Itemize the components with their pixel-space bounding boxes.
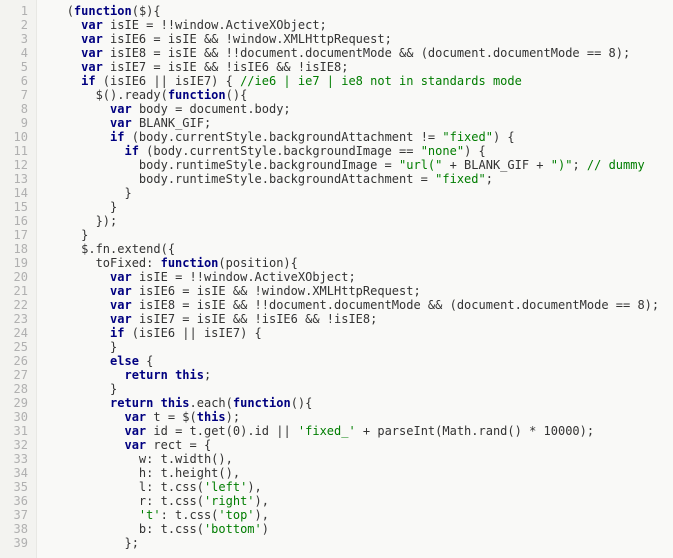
line-number: 3 [0,32,28,46]
line-number: 8 [0,102,28,116]
line-number: 39 [0,536,28,550]
code-line: $().ready(function(){ [45,88,659,102]
code-line: 't': t.css('top'), [45,508,659,522]
line-number: 24 [0,326,28,340]
code-line: w: t.width(), [45,452,659,466]
code-line: var body = document.body; [45,102,659,116]
line-number: 28 [0,382,28,396]
code-line: }); [45,214,659,228]
code-line: var isIE6 = isIE && !window.XMLHttpReque… [45,32,659,46]
line-number: 19 [0,256,28,270]
line-number: 33 [0,452,28,466]
code-line: r: t.css('right'), [45,494,659,508]
code-line: var id = t.get(0).id || 'fixed_' + parse… [45,424,659,438]
code-line: var isIE7 = isIE && !isIE6 && !isIE8; [45,60,659,74]
line-number-gutter: 1234567891011121314151617181920212223242… [0,0,37,558]
code-line: else { [45,354,659,368]
code-line: b: t.css('bottom') [45,522,659,536]
code-viewer: 1234567891011121314151617181920212223242… [0,0,673,558]
line-number: 22 [0,298,28,312]
code-line: var rect = { [45,438,659,452]
line-number: 16 [0,214,28,228]
code-line: body.runtimeStyle.backgroundImage = "url… [45,158,659,172]
line-number: 34 [0,466,28,480]
line-number: 10 [0,130,28,144]
code-line: var isIE6 = isIE && !window.XMLHttpReque… [45,284,659,298]
code-line: }; [45,536,659,550]
code-line: var isIE = !!window.ActiveXObject; [45,18,659,32]
line-number: 35 [0,480,28,494]
code-line: return this; [45,368,659,382]
line-number: 12 [0,158,28,172]
line-number: 5 [0,60,28,74]
code-line: body.runtimeStyle.backgroundAttachment =… [45,172,659,186]
line-number: 14 [0,186,28,200]
line-number: 13 [0,172,28,186]
line-number: 21 [0,284,28,298]
code-line: } [45,340,659,354]
line-number: 17 [0,228,28,242]
line-number: 29 [0,396,28,410]
code-line: } [45,382,659,396]
line-number: 27 [0,368,28,382]
line-number: 11 [0,144,28,158]
line-number: 9 [0,116,28,130]
line-number: 37 [0,508,28,522]
code-line: l: t.css('left'), [45,480,659,494]
code-line: h: t.height(), [45,466,659,480]
code-line: var t = $(this); [45,410,659,424]
code-line: return this.each(function(){ [45,396,659,410]
code-line: } [45,228,659,242]
line-number: 30 [0,410,28,424]
line-number: 7 [0,88,28,102]
code-line: var isIE = !!window.ActiveXObject; [45,270,659,284]
line-number: 23 [0,312,28,326]
line-number: 6 [0,74,28,88]
code-line: if (isIE6 || isIE7) { //ie6 | ie7 | ie8 … [45,74,659,88]
code-line: } [45,186,659,200]
code-line: (function($){ [45,4,659,18]
code-area: (function($){ var isIE = !!window.Active… [37,0,659,558]
line-number: 1 [0,4,28,18]
code-line: $.fn.extend({ [45,242,659,256]
line-number: 31 [0,424,28,438]
line-number: 36 [0,494,28,508]
line-number: 38 [0,522,28,536]
code-line: var isIE7 = isIE && !isIE6 && !isIE8; [45,312,659,326]
code-line: if (body.currentStyle.backgroundAttachme… [45,130,659,144]
code-line: } [45,200,659,214]
line-number: 15 [0,200,28,214]
line-number: 25 [0,340,28,354]
code-line: var isIE8 = isIE && !!document.documentM… [45,46,659,60]
code-line: var isIE8 = isIE && !!document.documentM… [45,298,659,312]
line-number: 32 [0,438,28,452]
code-line: if (body.currentStyle.backgroundImage ==… [45,144,659,158]
line-number: 4 [0,46,28,60]
code-line: toFixed: function(position){ [45,256,659,270]
line-number: 26 [0,354,28,368]
line-number: 2 [0,18,28,32]
line-number: 20 [0,270,28,284]
line-number: 18 [0,242,28,256]
code-line: if (isIE6 || isIE7) { [45,326,659,340]
code-line: var BLANK_GIF; [45,116,659,130]
